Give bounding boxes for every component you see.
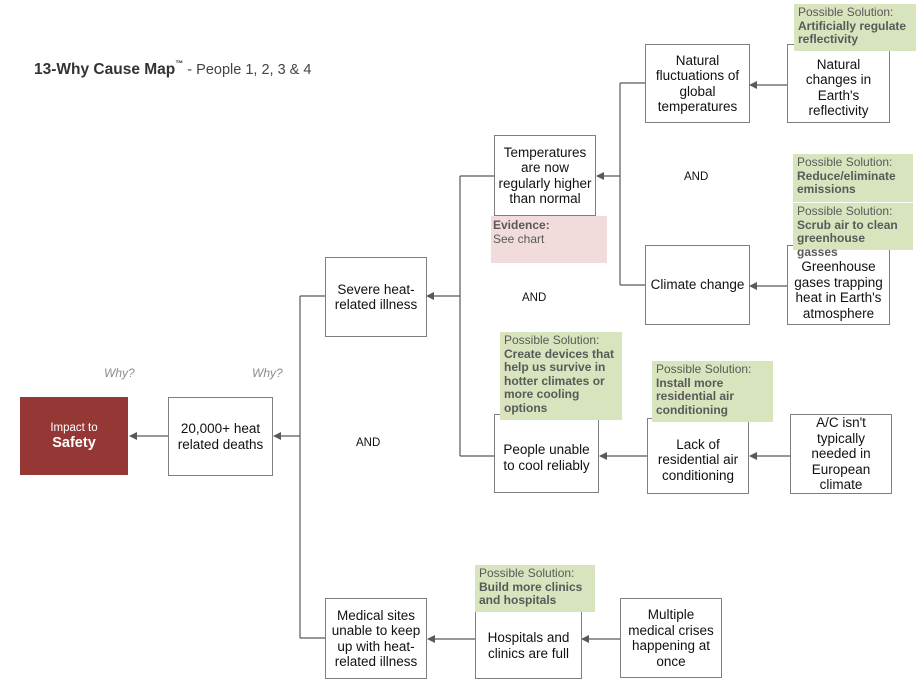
title-subtitle: - People 1, 2, 3 & 4 [183, 62, 312, 78]
solution-label: Possible Solution: [798, 5, 894, 19]
node-severe-illness[interactable]: Severe heat-related illness [325, 257, 427, 337]
impact-category: Safety [52, 434, 96, 451]
why-label: Why? [252, 366, 283, 380]
node-deaths[interactable]: 20,000+ heat related deaths [168, 397, 273, 476]
why-label: Why? [104, 366, 135, 380]
solution-label: Possible Solution: [479, 566, 575, 580]
evidence-label: Evidence: [493, 218, 550, 232]
impact-line1: Impact to [50, 421, 98, 434]
node-lack-ac[interactable]: Lack of residential air conditioning [647, 418, 749, 494]
solution-install-ac: Install more residential air conditionin… [656, 375, 735, 417]
node-temperatures[interactable]: Temperatures are now regularly higher th… [494, 135, 596, 216]
solution-box[interactable]: Possible Solution: Reduce/eliminate emis… [793, 154, 913, 202]
node-medical-sites[interactable]: Medical sites unable to keep up with hea… [325, 598, 427, 679]
and-label: AND [684, 171, 709, 183]
solution-label: Possible Solution: [656, 362, 752, 376]
solution-box[interactable]: Possible Solution: Artificially regulate… [794, 4, 916, 51]
and-label: AND [356, 437, 381, 449]
solution-box[interactable]: Possible Solution: Create devices that h… [500, 332, 622, 420]
node-natural-fluctuations[interactable]: Natural fluctuations of global temperatu… [645, 44, 750, 123]
solution-box[interactable]: Possible Solution: Install more resident… [652, 361, 773, 422]
evidence-value: See chart [493, 232, 545, 246]
solution-box[interactable]: Possible Solution: Scrub air to clean gr… [793, 203, 913, 258]
evidence-box[interactable]: Evidence: See chart [491, 216, 607, 263]
page-title: 13-Why Cause Map™ - People 1, 2, 3 & 4 [34, 59, 312, 79]
solution-devices: Create devices that help us survive in h… [504, 346, 615, 415]
solution-build-clinics: Build more clinics and hospitals [479, 579, 583, 607]
title-main: 13-Why Cause Map [34, 61, 176, 78]
and-label: AND [522, 292, 547, 304]
trademark-symbol: ™ [175, 59, 184, 68]
node-multiple-crises[interactable]: Multiple medical crises happening at onc… [620, 598, 722, 678]
solution-box[interactable]: Possible Solution: Build more clinics an… [475, 565, 595, 612]
node-climate-change[interactable]: Climate change [645, 245, 750, 325]
impact-box[interactable]: Impact to Safety [20, 397, 128, 475]
solution-reflectivity: Artificially regulate reflectivity [798, 18, 907, 46]
solution-scrub-air: Scrub air to clean greenhouse gasses [797, 217, 898, 259]
solution-label: Possible Solution: [797, 204, 893, 218]
solution-label: Possible Solution: [504, 333, 600, 347]
solution-emissions: Reduce/eliminate emissions [797, 168, 896, 196]
node-ac-not-needed[interactable]: A/C isn't typically needed in European c… [790, 414, 892, 494]
node-unable-cool[interactable]: People unable to cool reliably [494, 414, 599, 493]
solution-label: Possible Solution: [797, 155, 893, 169]
connector-lines [129, 81, 790, 643]
node-reflectivity[interactable]: Natural changes in Earth's reflectivity [787, 44, 890, 123]
